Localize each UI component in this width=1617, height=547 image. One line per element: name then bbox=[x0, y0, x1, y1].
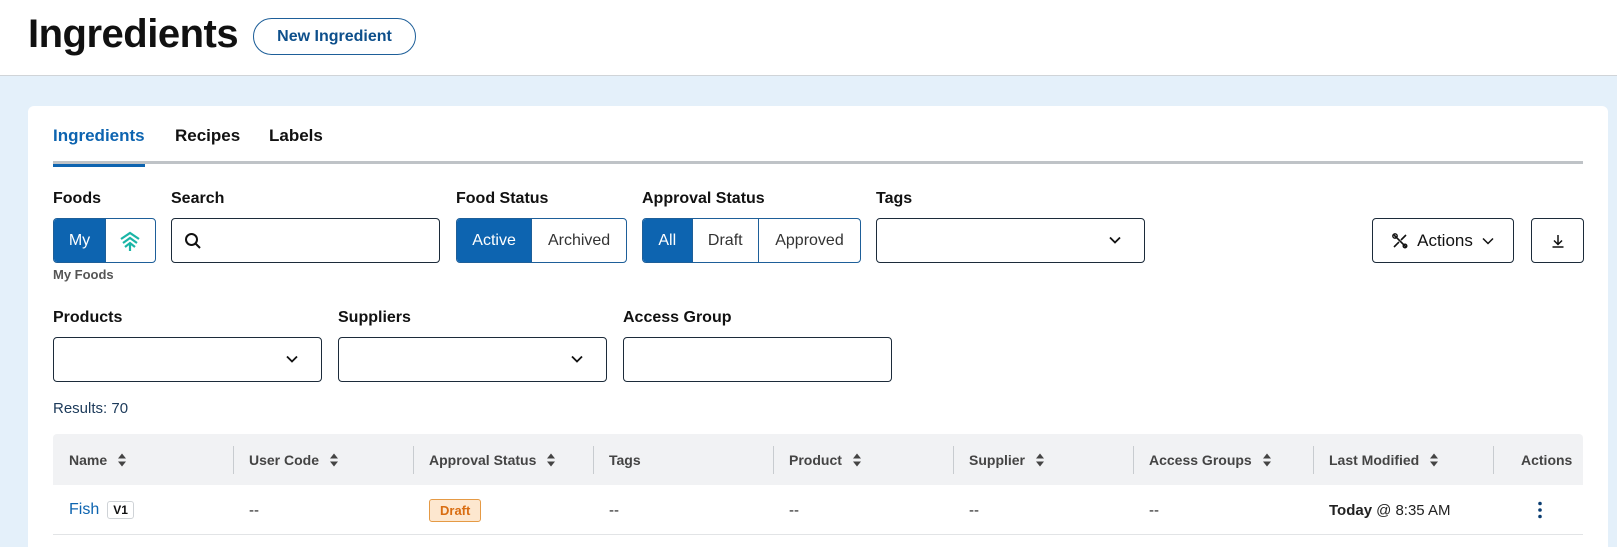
column-header-approval-status[interactable]: Approval Status bbox=[429, 434, 556, 485]
sort-icon bbox=[852, 453, 861, 466]
column-divider bbox=[1493, 446, 1494, 474]
food-status-toggle: Active Archived bbox=[456, 218, 627, 263]
column-header-label: Supplier bbox=[969, 451, 1026, 468]
products-label: Products bbox=[53, 309, 123, 326]
access-group-input[interactable] bbox=[623, 337, 892, 382]
download-icon bbox=[1552, 234, 1563, 248]
download-button[interactable] bbox=[1531, 218, 1584, 263]
cell-tags: -- bbox=[609, 501, 619, 519]
chevron-down-icon bbox=[571, 355, 583, 363]
tags-label: Tags bbox=[876, 190, 913, 207]
foods-toggle: My bbox=[53, 218, 156, 263]
table-row: Fish V1 -- Draft -- -- -- -- Today @ 8:3… bbox=[53, 485, 1583, 535]
cell-access-groups: -- bbox=[1149, 501, 1159, 519]
sort-icon bbox=[330, 453, 339, 466]
search-label: Search bbox=[171, 190, 225, 207]
food-status-archived[interactable]: Archived bbox=[531, 219, 626, 262]
tags-select[interactable] bbox=[876, 218, 1145, 263]
cell-product: -- bbox=[789, 501, 799, 519]
sort-icon bbox=[547, 453, 556, 466]
column-divider bbox=[233, 446, 234, 474]
column-header-tags: Tags bbox=[609, 434, 641, 485]
foods-option-brand[interactable] bbox=[104, 219, 155, 262]
last-modified-time: @ 8:35 AM bbox=[1376, 501, 1451, 519]
brand-logo-icon bbox=[120, 231, 141, 251]
new-ingredient-button[interactable]: New Ingredient bbox=[253, 18, 416, 55]
column-header-product[interactable]: Product bbox=[789, 434, 862, 485]
column-header-last-modified[interactable]: Last Modified bbox=[1329, 434, 1439, 485]
cell-supplier: -- bbox=[969, 501, 979, 519]
column-header-label: Last Modified bbox=[1329, 451, 1420, 468]
cell-approval-status: Draft bbox=[429, 485, 482, 535]
tab-bar: Ingredients Recipes Labels bbox=[53, 106, 1583, 167]
table-header: Name User Code Approval Status Tags Prod… bbox=[53, 434, 1583, 485]
search-icon bbox=[185, 233, 201, 249]
chevron-down-icon bbox=[1109, 236, 1121, 244]
approval-status-label: Approval Status bbox=[642, 190, 765, 207]
tools-icon bbox=[1392, 232, 1408, 248]
actions-label: Actions bbox=[1417, 230, 1473, 250]
column-header-user-code[interactable]: User Code bbox=[249, 434, 339, 485]
status-badge: Draft bbox=[429, 498, 482, 522]
cell-actions bbox=[1538, 485, 1542, 535]
column-header-name[interactable]: Name bbox=[69, 434, 127, 485]
page-title: Ingredients bbox=[28, 12, 239, 56]
foods-hint: My Foods bbox=[53, 267, 114, 282]
sort-icon bbox=[1262, 453, 1271, 466]
suppliers-select[interactable] bbox=[338, 337, 607, 382]
kebab-icon[interactable] bbox=[1538, 501, 1542, 519]
tab-labels[interactable]: Labels bbox=[269, 126, 323, 164]
column-divider bbox=[953, 446, 954, 474]
results-count: Results: 70 bbox=[53, 400, 129, 417]
approval-status-approved[interactable]: Approved bbox=[757, 219, 860, 262]
approval-status-draft[interactable]: Draft bbox=[691, 219, 758, 262]
products-select[interactable] bbox=[53, 337, 322, 382]
cell-last-modified: Today @ 8:35 AM bbox=[1329, 485, 1451, 535]
version-badge: V1 bbox=[107, 501, 134, 519]
column-divider bbox=[1133, 446, 1134, 474]
column-header-label: Actions bbox=[1521, 451, 1573, 468]
column-divider bbox=[413, 446, 414, 474]
column-divider bbox=[593, 446, 594, 474]
column-header-label: Product bbox=[789, 451, 842, 468]
column-header-label: Approval Status bbox=[429, 451, 537, 468]
column-header-label: User Code bbox=[249, 451, 320, 468]
approval-status-toggle: All Draft Approved bbox=[642, 218, 861, 263]
column-divider bbox=[1313, 446, 1314, 474]
sort-icon bbox=[1430, 453, 1439, 466]
food-status-active[interactable]: Active bbox=[457, 219, 532, 262]
access-group-label: Access Group bbox=[623, 309, 732, 326]
column-header-access-groups[interactable]: Access Groups bbox=[1149, 434, 1272, 485]
main-card: Ingredients Recipes Labels Foods My My F… bbox=[28, 106, 1608, 547]
page-header: Ingredients New Ingredient bbox=[0, 0, 1617, 76]
suppliers-label: Suppliers bbox=[338, 309, 411, 326]
cell-name: Fish V1 bbox=[69, 485, 134, 535]
column-divider bbox=[773, 446, 774, 474]
chevron-down-icon bbox=[286, 355, 298, 363]
food-status-label: Food Status bbox=[456, 190, 549, 207]
column-header-supplier[interactable]: Supplier bbox=[969, 434, 1045, 485]
column-header-label: Name bbox=[69, 451, 108, 468]
foods-option-my[interactable]: My bbox=[54, 219, 105, 262]
sort-icon bbox=[1036, 453, 1045, 466]
tab-ingredients[interactable]: Ingredients bbox=[53, 126, 145, 167]
ingredient-name-link[interactable]: Fish bbox=[69, 501, 99, 519]
column-header-label: Access Groups bbox=[1149, 451, 1252, 468]
search-input[interactable] bbox=[171, 218, 440, 263]
tab-recipes[interactable]: Recipes bbox=[175, 126, 240, 164]
column-header-label: Tags bbox=[609, 451, 641, 468]
foods-label: Foods bbox=[53, 190, 101, 207]
last-modified-day: Today bbox=[1329, 501, 1373, 519]
column-header-actions: Actions bbox=[1521, 434, 1572, 485]
chevron-down-icon bbox=[1482, 237, 1494, 245]
approval-status-all[interactable]: All bbox=[643, 219, 692, 262]
actions-dropdown-button[interactable]: Actions bbox=[1372, 218, 1514, 263]
cell-user-code: -- bbox=[249, 501, 259, 519]
ingredients-table: Name User Code Approval Status Tags Prod… bbox=[53, 434, 1583, 547]
sort-icon bbox=[118, 453, 127, 466]
